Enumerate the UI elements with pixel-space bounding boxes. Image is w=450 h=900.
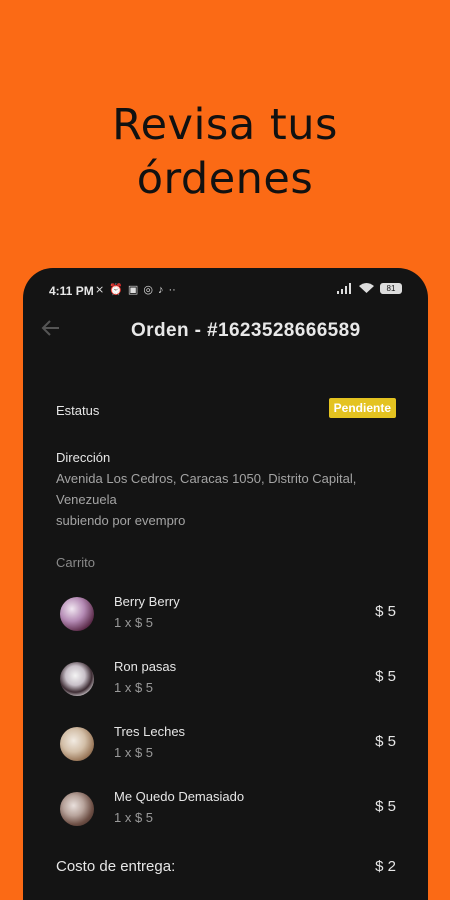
- status-badge: Pendiente: [328, 398, 396, 418]
- item-price: $ 5: [375, 733, 396, 750]
- item-name: Tres Leches: [114, 724, 186, 739]
- back-arrow-icon[interactable]: [41, 318, 65, 342]
- address-line-2: Venezuela: [56, 492, 117, 507]
- battery-icon: 81: [380, 283, 402, 294]
- wifi-icon: [359, 283, 374, 293]
- app-bar: Orden - #1623528666589: [23, 308, 428, 354]
- item-qty: 1 x $ 5: [114, 810, 154, 825]
- item-price: $ 5: [375, 668, 396, 685]
- alarm-icon: ⏰: [109, 284, 123, 296]
- status-bar: 4:11 PM ⨯ ⏰ ▣ ◎ ♪ ·· 81: [23, 268, 428, 304]
- status-row: Estatus Pendiente: [56, 398, 396, 422]
- promo-line-2: órdenes: [136, 154, 314, 204]
- signal-icon: [337, 283, 351, 294]
- product-image: [60, 792, 94, 826]
- promo-line-1: Revisa tus: [112, 100, 338, 150]
- status-time: 4:11 PM: [49, 284, 94, 298]
- sync-off-icon: ⨯: [95, 284, 105, 296]
- status-label: Estatus: [56, 403, 100, 418]
- item-price: $ 5: [375, 798, 396, 815]
- delivery-cost-row: Costo de entrega: $ 2: [56, 858, 396, 876]
- promo-headline: Revisa tus órdenes: [0, 98, 450, 206]
- tiktok-icon: ♪: [157, 283, 164, 296]
- message-icon: ▣: [127, 284, 139, 296]
- address-line-1: Avenida Los Cedros, Caracas 1050, Distri…: [56, 471, 357, 486]
- item-name: Ron pasas: [114, 659, 177, 674]
- cart-item: Ron pasas 1 x $ 5 $ 5: [56, 658, 396, 708]
- product-image: [60, 727, 94, 761]
- product-image: [60, 597, 94, 631]
- whatsapp-icon: ◎: [143, 284, 153, 296]
- phone-screen: 4:11 PM ⨯ ⏰ ▣ ◎ ♪ ·· 81 Orden - #1623528…: [23, 268, 428, 900]
- address-label: Dirección: [56, 450, 111, 465]
- cart-item: Berry Berry 1 x $ 5 $ 5: [56, 593, 396, 643]
- cart-item: Me Quedo Demasiado 1 x $ 5 $ 5: [56, 788, 396, 838]
- cart-item: Tres Leches 1 x $ 5 $ 5: [56, 723, 396, 773]
- delivery-price: $ 2: [375, 858, 396, 875]
- item-qty: 1 x $ 5: [114, 745, 154, 760]
- system-icons: 81: [337, 283, 402, 294]
- item-price: $ 5: [375, 603, 396, 620]
- address-note: subiendo por evempro: [56, 513, 186, 528]
- product-image: [60, 662, 94, 696]
- address-section: Dirección Avenida Los Cedros, Caracas 10…: [56, 448, 396, 531]
- notification-icons: ⨯ ⏰ ▣ ◎ ♪ ··: [95, 283, 176, 297]
- page-title: Orden - #1623528666589: [131, 320, 361, 341]
- item-qty: 1 x $ 5: [114, 615, 154, 630]
- item-name: Berry Berry: [114, 594, 180, 609]
- more-notifications-icon: ··: [168, 283, 176, 296]
- cart-label: Carrito: [56, 555, 96, 570]
- delivery-label: Costo de entrega:: [56, 858, 176, 875]
- item-name: Me Quedo Demasiado: [114, 789, 245, 804]
- item-qty: 1 x $ 5: [114, 680, 154, 695]
